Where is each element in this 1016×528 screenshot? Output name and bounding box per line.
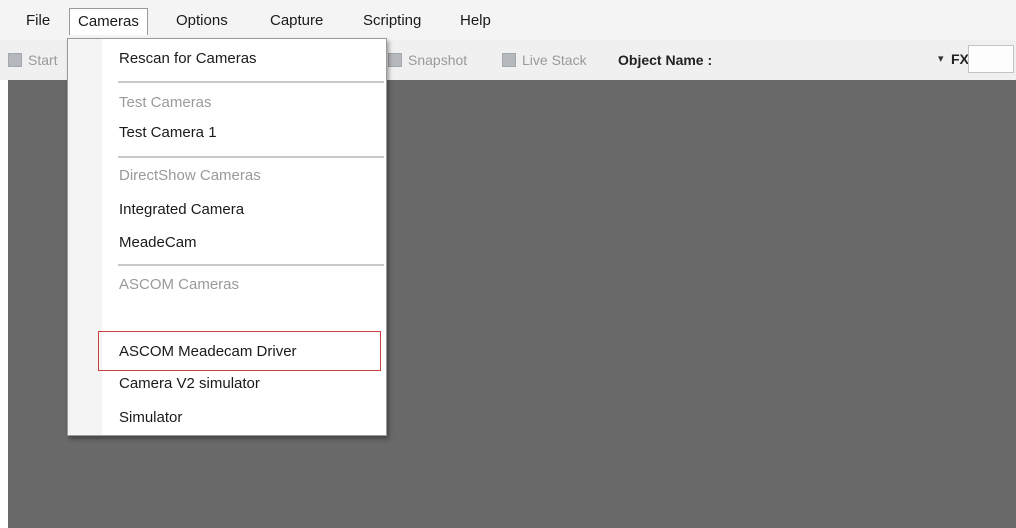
menu-options[interactable]: Options <box>168 8 236 34</box>
menu-help[interactable]: Help <box>452 8 499 34</box>
live-stack-icon <box>502 53 516 67</box>
snapshot-icon <box>388 53 402 67</box>
simulator-item[interactable]: Simulator <box>119 406 182 430</box>
menu-file[interactable]: File <box>18 8 58 34</box>
ascom-meadecam-driver-item[interactable]: ASCOM Meadecam Driver <box>119 340 297 364</box>
ascom-cameras-header: ASCOM Cameras <box>119 276 240 293</box>
directshow-cameras-header: DirectShow Cameras <box>119 167 261 184</box>
menu-capture[interactable]: Capture <box>262 8 331 34</box>
start-button[interactable]: Start <box>8 50 58 70</box>
live-stack-label: Live Stack <box>522 52 587 68</box>
fx-input[interactable] <box>968 45 1014 73</box>
camera-v2-simulator-item[interactable]: Camera V2 simulator <box>119 372 260 396</box>
start-icon <box>8 53 22 67</box>
rescan-for-cameras-item[interactable]: Rescan for Cameras <box>119 47 257 71</box>
start-label: Start <box>28 52 58 68</box>
object-name-dropdown-icon[interactable]: ▾ <box>938 52 944 65</box>
test-camera-1-item[interactable]: Test Camera 1 <box>119 121 217 145</box>
object-name-label: Object Name : <box>618 52 713 68</box>
cameras-menu: Rescan for Cameras Test Cameras Test Cam… <box>67 38 387 436</box>
meadecam-item[interactable]: MeadeCam <box>119 231 197 255</box>
test-cameras-header: Test Cameras <box>119 94 212 111</box>
menu-separator <box>118 156 384 158</box>
menu-gutter <box>68 39 102 435</box>
menu-separator <box>118 81 384 83</box>
snapshot-label: Snapshot <box>408 52 468 68</box>
menu-scripting[interactable]: Scripting <box>355 8 429 34</box>
live-stack-button[interactable]: Live Stack <box>502 50 587 70</box>
integrated-camera-item[interactable]: Integrated Camera <box>119 198 244 222</box>
menu-bar: File Cameras Options Capture Scripting H… <box>0 0 1016 40</box>
menu-separator <box>118 264 384 266</box>
menu-cameras[interactable]: Cameras <box>69 8 148 35</box>
snapshot-button[interactable]: Snapshot <box>388 50 467 70</box>
